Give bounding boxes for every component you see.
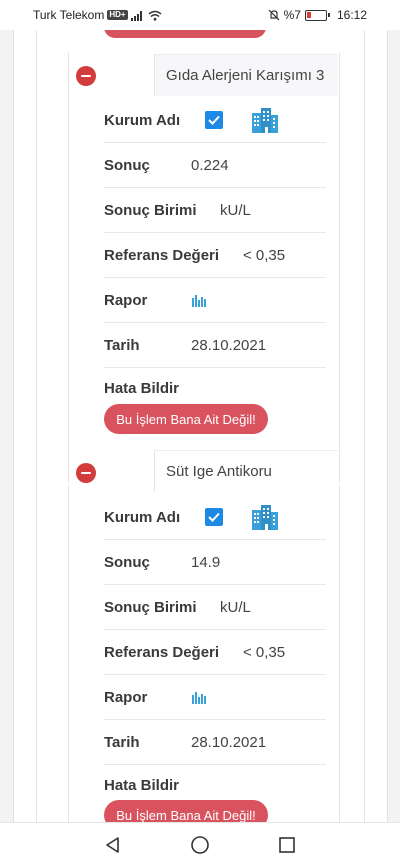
not-my-record-button[interactable]: Bu İşlem Bana Ait Değil! (104, 800, 268, 822)
result-label: Sonuç (104, 553, 150, 571)
home-button[interactable] (180, 825, 220, 865)
back-triangle-icon (106, 836, 120, 853)
unit-label: Sonuç Birimi (104, 201, 197, 219)
recents-button[interactable] (267, 825, 307, 865)
reference-label: Referans Değeri (104, 246, 220, 264)
date-label: Tarih (104, 733, 140, 751)
date-row: Tarih 28.10.2021 (104, 323, 326, 368)
institution-label: Kurum Adı (104, 111, 181, 129)
recents-square-icon (278, 836, 295, 853)
report-row: Rapor (104, 675, 326, 720)
status-bar: Turk Telekom HD+ %7 16:12 (0, 0, 400, 30)
report-label: Rapor (104, 688, 148, 706)
building-icon[interactable] (250, 105, 280, 135)
signal-icon (130, 10, 142, 21)
reference-row: Referans Değeri < 0,35 (104, 233, 326, 278)
date-label: Tarih (104, 336, 140, 354)
institution-checkbox[interactable] (205, 111, 223, 129)
wifi-icon (148, 10, 162, 21)
date-row: Tarih 28.10.2021 (104, 720, 326, 765)
bar-chart-icon[interactable] (191, 690, 208, 704)
reference-value: < 0,35 (243, 643, 286, 661)
reference-value: < 0,35 (243, 246, 286, 264)
result-value: 0.224 (191, 156, 229, 174)
result-value: 14.9 (191, 553, 221, 571)
report-error-label: Hata Bildir (104, 777, 180, 794)
mute-icon (268, 9, 280, 21)
institution-label: Kurum Adı (104, 508, 181, 526)
report-row: Rapor (104, 278, 326, 323)
section-title: Süt Ige Antikoru (154, 450, 338, 492)
bar-chart-icon[interactable] (191, 293, 208, 307)
unit-row: Sonuç Birimi kU/L (104, 188, 326, 233)
battery-percent: %7 (283, 8, 301, 22)
reference-label: Referans Değeri (104, 643, 220, 661)
unit-value: kU/L (220, 598, 251, 616)
result-row: Sonuç 14.9 (104, 540, 326, 585)
page-content: Gıda Alerjeni Karışımı 3 Kurum Adı Sonuç… (0, 30, 400, 822)
report-error-label: Hata Bildir (104, 380, 180, 397)
reference-row: Referans Değeri < 0,35 (104, 630, 326, 675)
carrier-name: Turk Telekom (33, 8, 105, 22)
date-value: 28.10.2021 (191, 336, 267, 354)
home-circle-icon (191, 835, 209, 854)
unit-row: Sonuç Birimi kU/L (104, 585, 326, 630)
hd-badge: HD+ (107, 10, 128, 20)
battery-icon (304, 9, 330, 21)
previous-report-button[interactable] (104, 30, 266, 38)
back-button[interactable] (93, 825, 133, 865)
unit-label: Sonuç Birimi (104, 598, 197, 616)
result-label: Sonuç (104, 156, 150, 174)
section-header[interactable]: Gıda Alerjeni Karışımı 3 (70, 54, 338, 96)
date-value: 28.10.2021 (191, 733, 267, 751)
system-nav-bar (0, 822, 400, 866)
section-title: Gıda Alerjeni Karışımı 3 (154, 54, 338, 96)
clock: 16:12 (336, 8, 367, 22)
not-my-record-button[interactable]: Bu İşlem Bana Ait Değil! (104, 404, 268, 434)
building-icon[interactable] (250, 502, 280, 532)
section-header[interactable]: Süt Ige Antikoru (70, 450, 338, 492)
unit-value: kU/L (220, 201, 251, 219)
report-label: Rapor (104, 291, 148, 309)
result-row: Sonuç 0.224 (104, 143, 326, 188)
institution-row: Kurum Adı (104, 98, 326, 143)
institution-row: Kurum Adı (104, 495, 326, 540)
institution-checkbox[interactable] (205, 508, 223, 526)
